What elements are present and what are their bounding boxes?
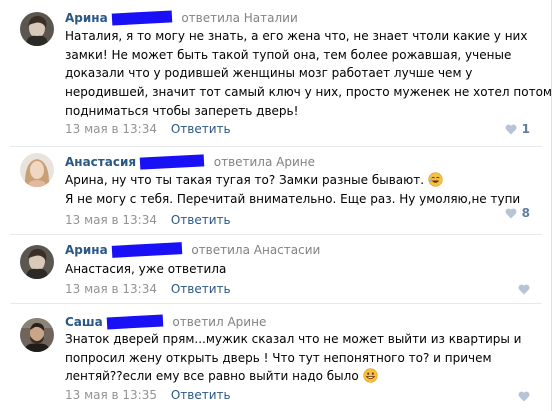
reply-button[interactable]: Ответить bbox=[171, 388, 231, 402]
comment-date[interactable]: 13 мая в 13:34 bbox=[65, 213, 157, 227]
comment-meta: 13 мая в 13:34 Ответить bbox=[65, 282, 231, 296]
comment-line: подниматься чтобы запереть дверь! bbox=[65, 103, 299, 118]
redacted-surname bbox=[111, 10, 172, 26]
avatar[interactable] bbox=[20, 245, 54, 279]
comment-line: доказали что у родившей женщины мозг раб… bbox=[65, 66, 473, 81]
reply-to-label[interactable]: ответила Анастасии bbox=[191, 243, 320, 257]
like-button[interactable] bbox=[518, 284, 530, 295]
reply-button[interactable]: Ответить bbox=[171, 213, 231, 227]
author-name[interactable]: Саша bbox=[65, 315, 103, 329]
comment-line: Анастасия, уже ответила bbox=[65, 262, 227, 276]
comment-date[interactable]: 13 мая в 13:34 bbox=[65, 282, 157, 296]
comment-line: Знаток дверей прям...мужик сказал что не… bbox=[65, 332, 522, 346]
comment: Саша ответил Арине Знаток дверей прям...… bbox=[0, 304, 546, 411]
grin-emoji bbox=[362, 368, 378, 384]
redacted-surname bbox=[111, 242, 182, 258]
like-count: 8 bbox=[521, 206, 530, 220]
like-count: 1 bbox=[521, 122, 530, 136]
redacted-surname bbox=[139, 154, 205, 170]
comment-line: Арина, ну что ты такая тугая то? Замки р… bbox=[65, 173, 425, 187]
comment-date[interactable]: 13 мая в 13:34 bbox=[65, 122, 157, 136]
reply-to-label[interactable]: ответила Арине bbox=[214, 155, 315, 169]
heart-icon bbox=[505, 124, 517, 134]
comment-line: неродившей, значит тот самый ключ у них,… bbox=[65, 85, 552, 100]
reply-button[interactable]: Ответить bbox=[171, 282, 231, 296]
comment-line: замки! Не может быть такой тупой она, те… bbox=[65, 47, 512, 62]
heart-icon bbox=[518, 391, 530, 402]
comments-panel: Арина ответила Наталии Наталия, я то мог… bbox=[0, 0, 552, 411]
comment-date[interactable]: 13 мая в 13:35 bbox=[65, 388, 157, 402]
author-name[interactable]: Анастасия bbox=[65, 155, 136, 169]
comment-line: лентяй??если ему все равно выйти надо бы… bbox=[65, 369, 359, 384]
comment-text: Наталия, я то могу не знать, а его жена … bbox=[65, 27, 552, 121]
comment-text: Анастасия, уже ответила bbox=[65, 260, 226, 279]
comment-header: Саша ответил Арине bbox=[65, 314, 266, 330]
reply-to-label[interactable]: ответила Наталии bbox=[181, 11, 297, 25]
author-name[interactable]: Арина bbox=[65, 243, 108, 257]
comment: Арина ответила Наталии Наталия, я то мог… bbox=[0, 0, 552, 146]
heart-icon bbox=[505, 208, 517, 218]
like-button[interactable] bbox=[518, 391, 530, 402]
author-name[interactable]: Арина bbox=[65, 11, 108, 25]
comment-line: Я не могу с тебя. Перечитай внимательно.… bbox=[65, 191, 521, 206]
comment-line: попросил жену открыть дверь ! Что тут не… bbox=[65, 350, 492, 365]
avatar[interactable] bbox=[20, 12, 54, 46]
comment-meta: 13 мая в 13:34 Ответить bbox=[65, 122, 231, 136]
comment: Анастасия ответила Арине Арина, ну что т… bbox=[0, 147, 546, 235]
reply-to-label[interactable]: ответил Арине bbox=[172, 315, 266, 329]
rofl-emoji bbox=[428, 172, 443, 187]
comment-meta: 13 мая в 13:35 Ответить bbox=[65, 388, 231, 402]
avatar[interactable] bbox=[20, 153, 54, 187]
avatar[interactable] bbox=[20, 318, 54, 352]
comment-header: Анастасия ответила Арине bbox=[65, 154, 315, 170]
comment-header: Арина ответила Анастасии bbox=[65, 242, 320, 258]
like-button[interactable]: 8 bbox=[505, 206, 530, 220]
comment-header: Арина ответила Наталии bbox=[65, 10, 298, 26]
heart-icon bbox=[518, 284, 530, 295]
comment-meta: 13 мая в 13:34 Ответить bbox=[65, 213, 231, 227]
reply-button[interactable]: Ответить bbox=[171, 122, 231, 136]
comment: Арина ответила Анастасии Анастасия, уже … bbox=[0, 235, 546, 303]
comment-text: Арина, ну что ты такая тугая то? Замки р… bbox=[65, 171, 520, 208]
redacted-surname bbox=[106, 314, 163, 330]
comment-text: Знаток дверей прям...мужик сказал что не… bbox=[65, 330, 521, 386]
comment-line: Наталия, я то могу не знать, а его жена … bbox=[65, 29, 528, 43]
like-button[interactable]: 1 bbox=[505, 122, 530, 136]
